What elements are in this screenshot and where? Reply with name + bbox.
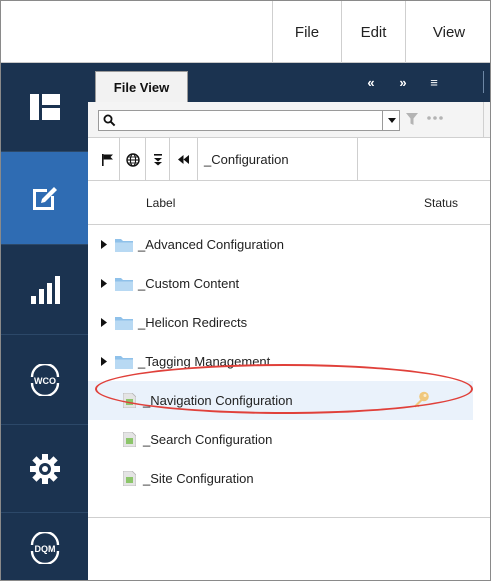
back-button[interactable] (170, 138, 198, 181)
tree-row-folder[interactable]: _Advanced Configuration (88, 225, 473, 264)
toolbar-row: _Configuration (88, 138, 490, 181)
row-divider (483, 102, 484, 138)
tree-row-label: _Search Configuration (143, 432, 273, 447)
rewind-icon (178, 155, 189, 164)
globe-icon (125, 152, 140, 167)
search-dropdown-button[interactable] (382, 111, 400, 130)
svg-text:DQM: DQM (34, 544, 55, 554)
breadcrumb[interactable]: _Configuration (198, 138, 358, 181)
globe-button[interactable] (120, 138, 146, 181)
settings-icon (29, 453, 60, 484)
column-label-header[interactable]: Label (146, 181, 175, 225)
content-file-icon (123, 471, 136, 486)
menu-view[interactable]: View (405, 1, 490, 63)
tab-file-view[interactable]: File View (95, 71, 188, 102)
nav-reports[interactable] (1, 245, 88, 335)
nav-wco[interactable]: WCO (1, 335, 88, 425)
folder-icon (115, 238, 133, 252)
tree-row-folder[interactable]: _Helicon Redirects (88, 303, 473, 342)
svg-text:WCO: WCO (34, 376, 56, 386)
file-view-panel: File View « » ≡ _Configuration Label Sta… (88, 63, 490, 580)
flag-icon (101, 153, 113, 166)
column-header-row: Label Status (88, 181, 490, 225)
nav-settings[interactable] (1, 425, 88, 513)
header-divider (483, 71, 484, 93)
collapse-left-icon[interactable]: « (360, 71, 382, 93)
flag-button[interactable] (96, 138, 120, 181)
more-options-icon[interactable] (426, 115, 444, 121)
nav-rail: WCO DQM (1, 63, 88, 580)
tree-row-label: _Helicon Redirects (138, 315, 248, 330)
search-box (98, 110, 400, 131)
app-window: File Edit View WCO DQM File View « » ≡ _… (0, 0, 491, 581)
tree-row-label: _Tagging Management (138, 354, 271, 369)
tree-row-file-selected[interactable]: _Navigation Configuration (88, 381, 473, 420)
nav-dashboard[interactable] (1, 63, 88, 152)
content-file-icon (123, 432, 136, 447)
folder-icon (115, 355, 133, 369)
reports-icon (30, 275, 60, 304)
caret-right-icon[interactable] (100, 240, 108, 250)
tree-row-file[interactable]: _Search Configuration (88, 420, 473, 459)
tree-divider (88, 517, 490, 518)
tree-row-label: _Advanced Configuration (138, 237, 284, 252)
dashboard-icon (29, 94, 60, 120)
double-chevron-down-icon (153, 153, 162, 165)
menu-file[interactable]: File (272, 1, 341, 63)
column-status-header[interactable]: Status (424, 181, 458, 225)
folder-icon (115, 316, 133, 330)
tree-row-file[interactable]: _Site Configuration (88, 459, 473, 498)
tree-row-folder[interactable]: _Custom Content (88, 264, 473, 303)
panel-header: File View « » ≡ (88, 63, 490, 102)
search-row (88, 102, 490, 138)
key-icon (414, 391, 429, 408)
nav-dqm[interactable]: DQM (1, 513, 88, 580)
wco-icon: WCO (30, 363, 59, 396)
edit-icon (32, 187, 57, 210)
dqm-icon: DQM (30, 531, 59, 564)
expand-right-icon[interactable]: » (392, 71, 414, 93)
caret-right-icon[interactable] (100, 318, 108, 328)
chevron-down-icon (387, 117, 396, 123)
tree-row-label: _Navigation Configuration (143, 393, 293, 408)
tree-row-label: _Custom Content (138, 276, 240, 291)
menu-edit[interactable]: Edit (341, 1, 405, 63)
tree-row-folder[interactable]: _Tagging Management (88, 342, 473, 381)
hamburger-menu-icon[interactable]: ≡ (423, 71, 445, 93)
content-file-icon (123, 393, 136, 408)
nav-edit[interactable] (1, 152, 88, 245)
sort-button[interactable] (146, 138, 170, 181)
folder-icon (115, 277, 133, 291)
search-icon (103, 114, 116, 127)
search-input[interactable] (121, 112, 371, 129)
tree-row-label: _Site Configuration (143, 471, 254, 486)
menu-bar: File Edit View (1, 1, 490, 63)
caret-right-icon[interactable] (100, 357, 108, 367)
caret-right-icon[interactable] (100, 279, 108, 289)
filter-icon[interactable] (406, 113, 418, 126)
